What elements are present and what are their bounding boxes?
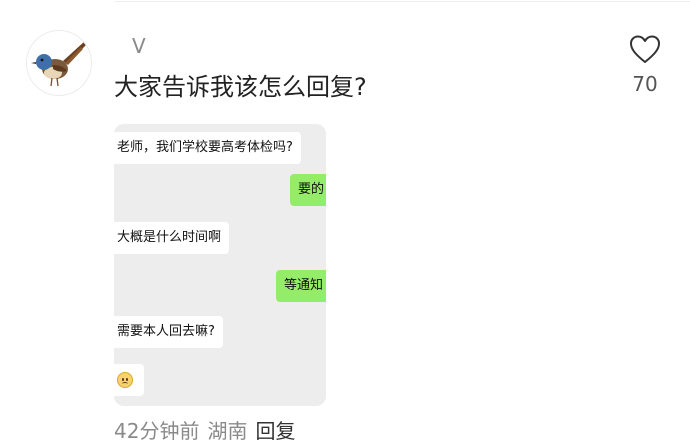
chat-message-emoji (114, 364, 144, 396)
like-count: 70 (632, 72, 658, 96)
awkward-smile-emoji-icon (117, 371, 133, 388)
comment-username[interactable]: V (132, 34, 146, 58)
chat-message-left: 老师，我们学校要高考体检吗? (114, 132, 301, 164)
bird-avatar-icon (31, 41, 87, 87)
comment-location: 湖南 (207, 419, 248, 443)
comment-text: 大家告诉我该怎么回复? (114, 73, 367, 101)
chat-message-right: 要的 (290, 174, 326, 206)
chat-screenshot-image[interactable]: 老师，我们学校要高考体检吗? 要的 大概是什么时间啊 等通知 需要本人回去嘛? (114, 124, 326, 406)
chat-message-left: 大概是什么时间啊 (114, 222, 230, 254)
like-button[interactable]: 70 (620, 34, 670, 100)
chat-message-left: 需要本人回去嘛? (114, 316, 223, 348)
comment-meta: 42分钟前 湖南 回复 (114, 418, 295, 444)
user-avatar[interactable] (26, 30, 92, 96)
reply-button[interactable]: 回复 (255, 419, 295, 443)
top-divider (115, 1, 690, 2)
comment-time: 42分钟前 (114, 419, 200, 443)
chat-message-right: 等通知 (276, 270, 326, 302)
heart-outline-icon (630, 35, 660, 63)
